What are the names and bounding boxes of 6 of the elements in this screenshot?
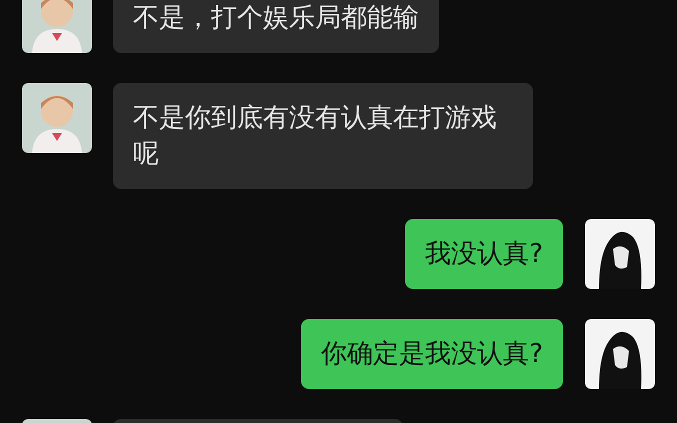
avatar-icon[interactable] bbox=[585, 219, 655, 289]
message-bubble: 不是，打个娱乐局都能输 bbox=[113, 0, 439, 53]
message-bubble: 我没认真? bbox=[405, 219, 563, 289]
message-bubble: 你确定是我没认真? bbox=[301, 319, 563, 389]
message-bubble: 不是你到底有没有认真在打游戏呢 bbox=[113, 83, 533, 189]
avatar-icon[interactable] bbox=[585, 319, 655, 389]
